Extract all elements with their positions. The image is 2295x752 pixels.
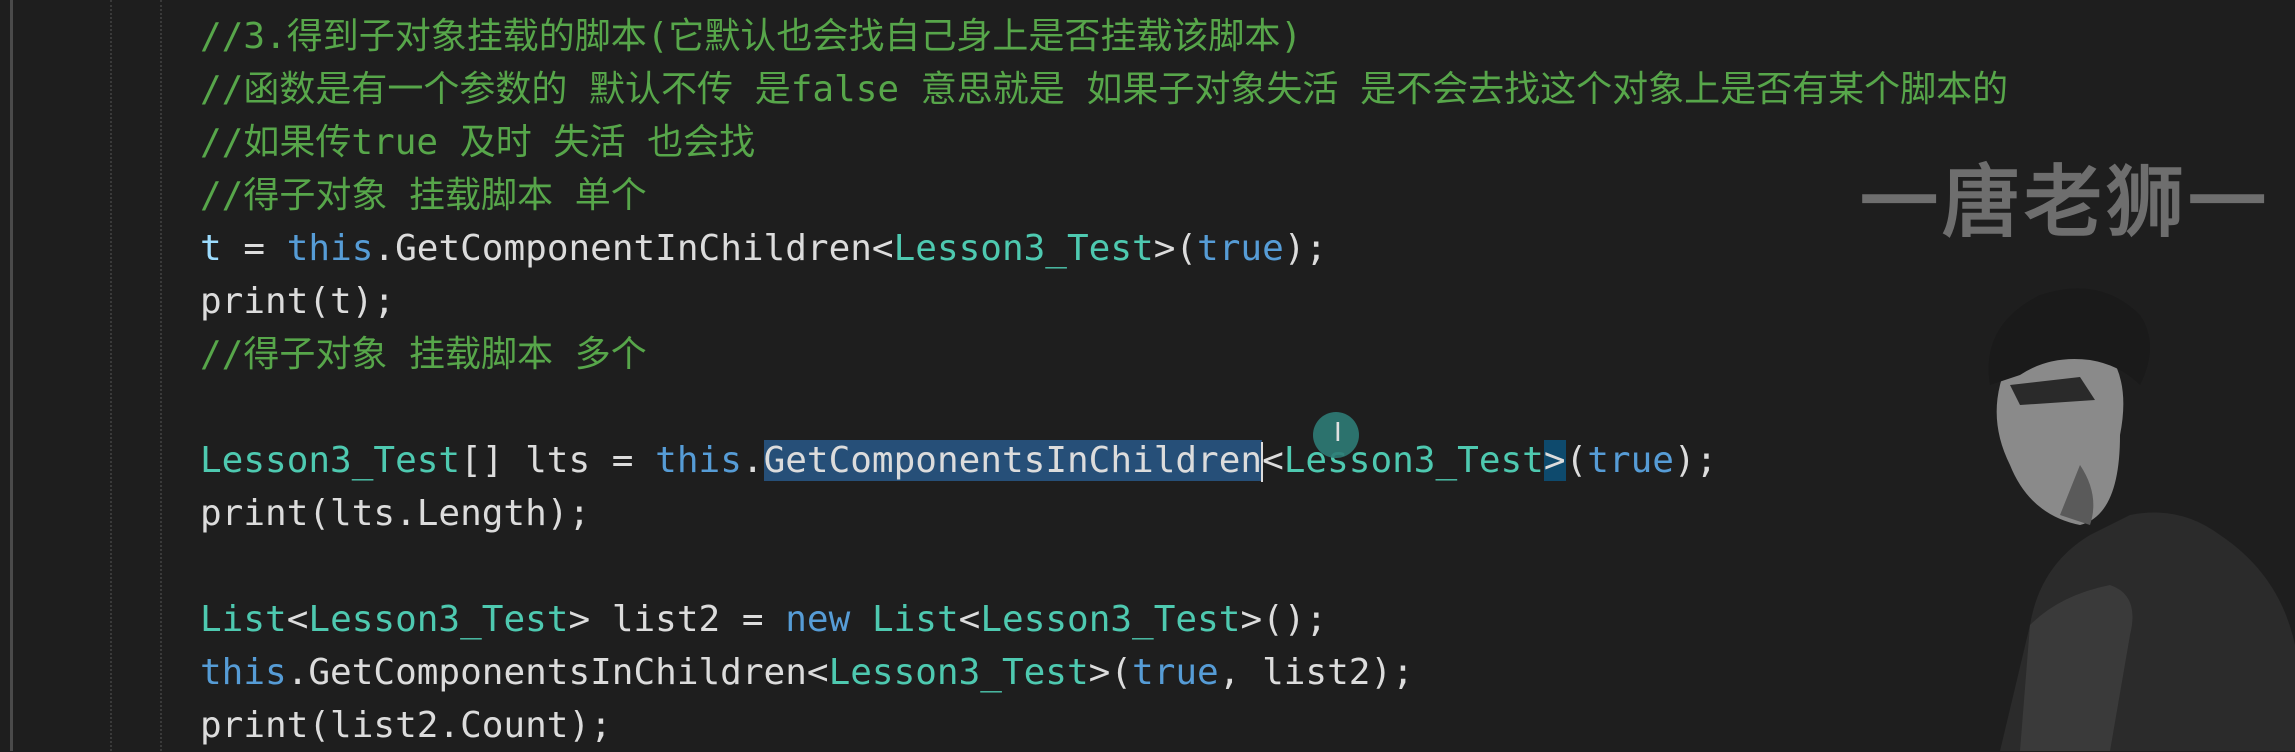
token: Lesson3_Test	[893, 228, 1154, 269]
token: >(	[1088, 652, 1133, 693]
token: List	[871, 599, 959, 640]
token: this	[655, 440, 742, 481]
token: Lesson3_Test	[200, 440, 461, 481]
token: this	[286, 228, 374, 269]
indent-guide	[110, 0, 112, 751]
gutter-border	[10, 0, 13, 751]
token: List	[200, 599, 287, 640]
code-line-1: //3.得到子对象挂载的脚本(它默认也会找自己身上是否挂载该脚本)	[200, 16, 1303, 57]
token: >(	[1153, 228, 1198, 269]
token: <	[1262, 440, 1284, 481]
token: this	[200, 652, 287, 693]
token: > list2 =	[568, 599, 786, 640]
watermark-logo: 一唐老狮一	[1860, 158, 2271, 248]
selected-text[interactable]: GetComponentsInChildren	[763, 440, 1263, 481]
token: );	[1283, 228, 1328, 269]
token: <	[958, 599, 981, 640]
token: .GetComponentsInChildren<	[286, 652, 829, 693]
token: true	[1587, 440, 1674, 481]
token: .GetComponentInChildren<	[373, 228, 894, 269]
token: <	[286, 599, 309, 640]
token: , list2);	[1218, 652, 1414, 693]
token: new	[785, 599, 851, 640]
token: (	[1565, 440, 1588, 481]
token: );	[1673, 440, 1718, 481]
indent-guide	[160, 0, 162, 751]
token: Lesson3_Test	[308, 599, 569, 640]
token: t	[200, 228, 222, 269]
token: =	[221, 228, 287, 269]
token: Lesson3_Test	[828, 652, 1089, 693]
token: true	[1132, 652, 1219, 693]
token: [] lts =	[460, 440, 656, 481]
token: >();	[1240, 599, 1328, 640]
bracket-highlight: >	[1543, 440, 1566, 481]
presenter-avatar	[1988, 288, 2295, 751]
text-cursor-icon: I	[1334, 418, 1342, 448]
token: Lesson3_Test	[980, 599, 1241, 640]
token: true	[1197, 228, 1284, 269]
code-line-2: //函数是有一个参数的 默认不传 是false 意思就是 如果子对象失活 是不会…	[200, 69, 2009, 110]
code-editor[interactable]: //3.得到子对象挂载的脚本(它默认也会找自己身上是否挂载该脚本) //函数是有…	[0, 0, 2295, 751]
token: .	[741, 440, 764, 481]
